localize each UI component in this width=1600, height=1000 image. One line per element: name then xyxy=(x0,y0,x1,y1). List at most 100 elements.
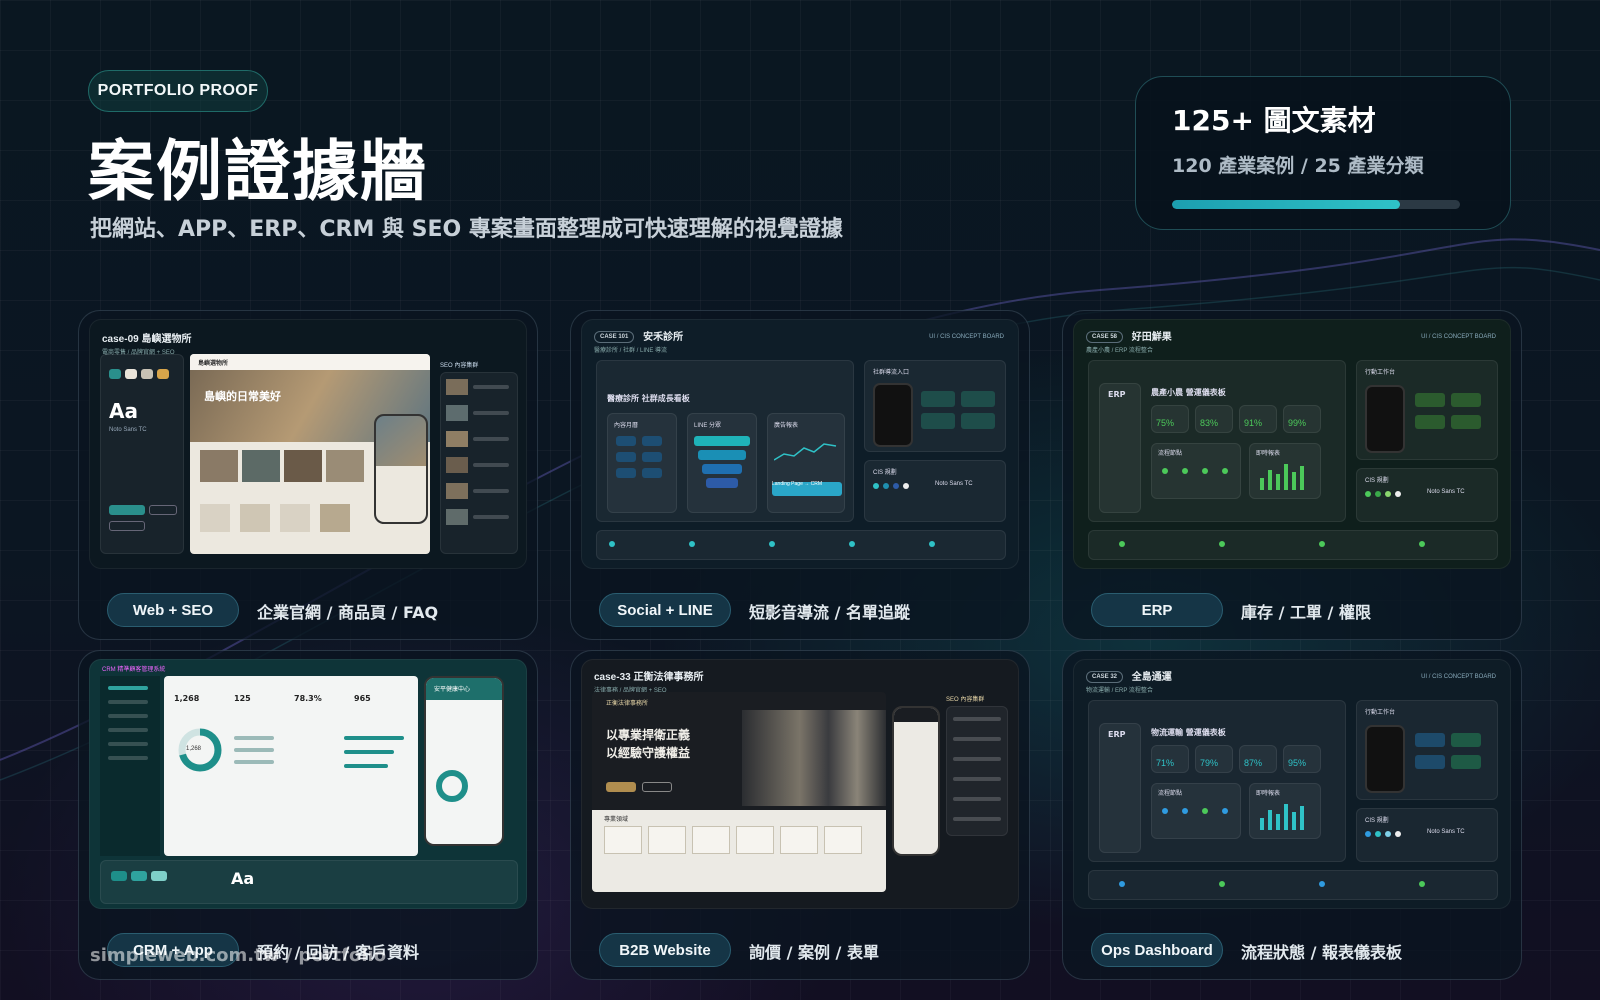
stats-progress-track xyxy=(1172,200,1460,209)
shot-case-id: CASE 101 xyxy=(594,331,635,344)
law-phone-mock xyxy=(892,706,940,856)
shot-case-name: CRM 精準顧客管理系統 xyxy=(102,667,166,673)
cis-panel: CIS 規劃 Noto Sans TC xyxy=(1356,468,1498,522)
mobile-workbench: 行動工作台 xyxy=(1356,700,1498,800)
seo-cluster-list xyxy=(440,372,518,554)
live-report: 即時報表 xyxy=(1249,783,1321,839)
shot-case-id: case-09 xyxy=(102,334,139,345)
donut-value: 1,268 xyxy=(186,746,202,752)
dashboard-panel: 醫療診所 社群成長看板 內容月曆 LINE 分眾 廣告報表 xyxy=(596,360,854,522)
typography-sample: Aa xyxy=(109,399,138,423)
shot-case-name: 安禾診所 xyxy=(643,332,684,343)
shot-header: case-09 島嶼選物所 電商零售 / 品牌官網 + SEO xyxy=(102,330,191,356)
case-screenshot-b2b[interactable]: case-33 正衡法律事務所 法律事務 / 品牌官網 + SEO 正衡法律事務… xyxy=(581,659,1019,909)
cis-panel: CIS 規劃 Noto Sans TC xyxy=(1356,808,1498,862)
flow-title: 流程節點 xyxy=(1158,451,1183,457)
module-timeline xyxy=(596,530,1006,560)
law-hero-line-1: 以專業捍衛正義 xyxy=(606,728,691,742)
case-card-social-line[interactable]: CASE 101 安禾診所 醫療診所 / 社群 / LINE 導流 UI / C… xyxy=(570,310,1030,640)
category-description: 流程狀態 / 報表儀表板 xyxy=(1241,943,1402,962)
shot-case-meta: 物流運輸 / ERP 流程整合 xyxy=(1086,688,1153,695)
line-segment-title: LINE 分眾 xyxy=(694,423,722,429)
case-screenshot-erp[interactable]: CASE 58 好田鮮果 農產小農 / ERP 流程整合 UI / CIS CO… xyxy=(1073,319,1511,569)
style-guide-panel: Aa Noto Sans TC xyxy=(100,354,184,554)
law-website-mock: 正衡法律事務所 以專業捍衛正義 以經驗守護權益 專業領域 xyxy=(592,692,886,892)
case-screenshot-crm-app[interactable]: CRM 精準顧客管理系統 1,268 125 78.3% 965 1,268 安… xyxy=(89,659,527,909)
category-description: 短影音導流 / 名單追蹤 xyxy=(749,603,910,622)
crm-app-mock: 安平健康中心 xyxy=(424,676,504,846)
kpi-value: 125 xyxy=(234,694,251,703)
stats-card: 125+ 圖文素材 120 產業案例 / 25 產業分類 xyxy=(1135,76,1511,230)
erp-label: ERP xyxy=(1108,390,1126,399)
category-tag[interactable]: ERP xyxy=(1091,593,1223,627)
ad-report-title: 廣告報表 xyxy=(774,423,799,429)
kpi-value: 95% xyxy=(1288,758,1307,768)
category-tag[interactable]: Ops Dashboard xyxy=(1091,933,1223,967)
landing-flow-label: Landing Page → CRM xyxy=(772,481,823,487)
stats-progress-fill xyxy=(1172,200,1400,209)
case-screenshot-social-line[interactable]: CASE 101 安禾診所 醫療診所 / 社群 / LINE 導流 UI / C… xyxy=(581,319,1019,569)
case-screenshot-ops[interactable]: CASE 32 全島通運 物流運輸 / ERP 流程整合 UI / CIS CO… xyxy=(1073,659,1511,909)
case-screenshot-web-seo[interactable]: case-09 島嶼選物所 電商零售 / 品牌官網 + SEO Aa Noto … xyxy=(89,319,527,569)
category-description: 庫存 / 工單 / 權限 xyxy=(1241,603,1371,622)
ops-sidebar: ERP xyxy=(1099,723,1141,853)
kpi-value: 75% xyxy=(1156,418,1175,428)
phone-mock xyxy=(374,414,428,524)
kpi-value: 91% xyxy=(1244,418,1263,428)
line-segment-funnel: LINE 分眾 xyxy=(687,413,757,513)
category-tag[interactable]: Social + LINE xyxy=(599,593,731,627)
shot-case-id: case-33 xyxy=(594,672,631,683)
case-card-web-seo[interactable]: case-09 島嶼選物所 電商零售 / 品牌官網 + SEO Aa Noto … xyxy=(78,310,538,640)
flow-nodes: 流程節點 xyxy=(1151,783,1241,839)
kpi-value: 83% xyxy=(1200,418,1219,428)
case-card-erp[interactable]: CASE 58 好田鮮果 農產小農 / ERP 流程整合 UI / CIS CO… xyxy=(1062,310,1522,640)
site-watermark: simpleweb.com.tw / portfolio xyxy=(90,945,387,966)
seo-cluster-title: SEO 內容集群 xyxy=(440,363,479,369)
law-brand: 正衡法律事務所 xyxy=(606,701,649,707)
kpi-value: 1,268 xyxy=(174,694,200,703)
case-card-ops-dashboard[interactable]: CASE 32 全島通運 物流運輸 / ERP 流程整合 UI / CIS CO… xyxy=(1062,650,1522,980)
module-timeline xyxy=(1088,870,1498,900)
case-card-b2b-website[interactable]: case-33 正衡法律事務所 法律事務 / 品牌官網 + SEO 正衡法律事務… xyxy=(570,650,1030,980)
typography-sample: Aa xyxy=(231,869,255,888)
crm-dashboard: 1,268 125 78.3% 965 1,268 xyxy=(164,676,418,856)
shot-case-meta: 農產小農 / ERP 流程整合 xyxy=(1086,348,1153,355)
seo-cluster-list xyxy=(946,706,1008,836)
mobile-workbench: 行動工作台 xyxy=(1356,360,1498,460)
crm-brand-strip: Aa xyxy=(100,860,518,904)
live-report: 即時報表 xyxy=(1249,443,1321,499)
shot-case-name: 正衡法律事務所 xyxy=(633,672,704,683)
cis-title: CIS 規劃 xyxy=(873,470,897,476)
social-entry-panel: 社群導流入口 xyxy=(864,360,1006,452)
content-calendar: 內容月曆 xyxy=(607,413,677,513)
website-hero-title: 島嶼的日常美好 xyxy=(204,390,281,403)
erp-sidebar: ERP xyxy=(1099,383,1141,513)
category-description: 詢價 / 案例 / 表單 xyxy=(749,943,879,962)
erp-title: 農產小農 營運儀表板 xyxy=(1151,388,1226,397)
seo-cluster-title: SEO 內容集群 xyxy=(946,697,985,703)
shot-header: CASE 32 全島通運 物流運輸 / ERP 流程整合 xyxy=(1086,668,1172,694)
shot-header: CASE 101 安禾診所 醫療診所 / 社群 / LINE 導流 xyxy=(594,328,683,354)
cis-title: CIS 規劃 xyxy=(1365,478,1389,484)
shot-header: CASE 58 好田鮮果 農產小農 / ERP 流程整合 xyxy=(1086,328,1172,354)
shot-board-label: UI / CIS CONCEPT BOARD xyxy=(1421,334,1496,340)
ops-title: 物流運輸 營運儀表板 xyxy=(1151,728,1226,737)
kpi-value: 87% xyxy=(1244,758,1263,768)
ops-dashboard: ERP 物流運輸 營運儀表板 71% 79% 87% 95% 流程節點 即時報表 xyxy=(1088,700,1346,862)
content-calendar-title: 內容月曆 xyxy=(614,423,639,429)
cis-panel: CIS 規劃 Noto Sans TC xyxy=(864,460,1006,522)
cis-font-label: Noto Sans TC xyxy=(1427,489,1465,495)
stats-sub: 120 產業案例 / 25 產業分類 xyxy=(1172,155,1424,177)
kpi-value: 78.3% xyxy=(294,694,322,703)
shot-case-name: 好田鮮果 xyxy=(1131,332,1172,343)
social-entry-title: 社群導流入口 xyxy=(873,370,910,376)
case-card-crm-app[interactable]: CRM 精準顧客管理系統 1,268 125 78.3% 965 1,268 安… xyxy=(78,650,538,980)
shot-board-label: UI / CIS CONCEPT BOARD xyxy=(1421,674,1496,680)
shot-header: case-33 正衡法律事務所 法律事務 / 品牌官網 + SEO xyxy=(594,668,703,694)
dashboard-title: 醫療診所 社群成長看板 xyxy=(607,394,690,403)
category-tag[interactable]: Web + SEO xyxy=(107,593,239,627)
shot-case-id: CASE 58 xyxy=(1086,331,1124,344)
kpi-value: 99% xyxy=(1288,418,1307,428)
category-tag[interactable]: B2B Website xyxy=(599,933,731,967)
mobile-workbench-title: 行動工作台 xyxy=(1365,710,1396,716)
